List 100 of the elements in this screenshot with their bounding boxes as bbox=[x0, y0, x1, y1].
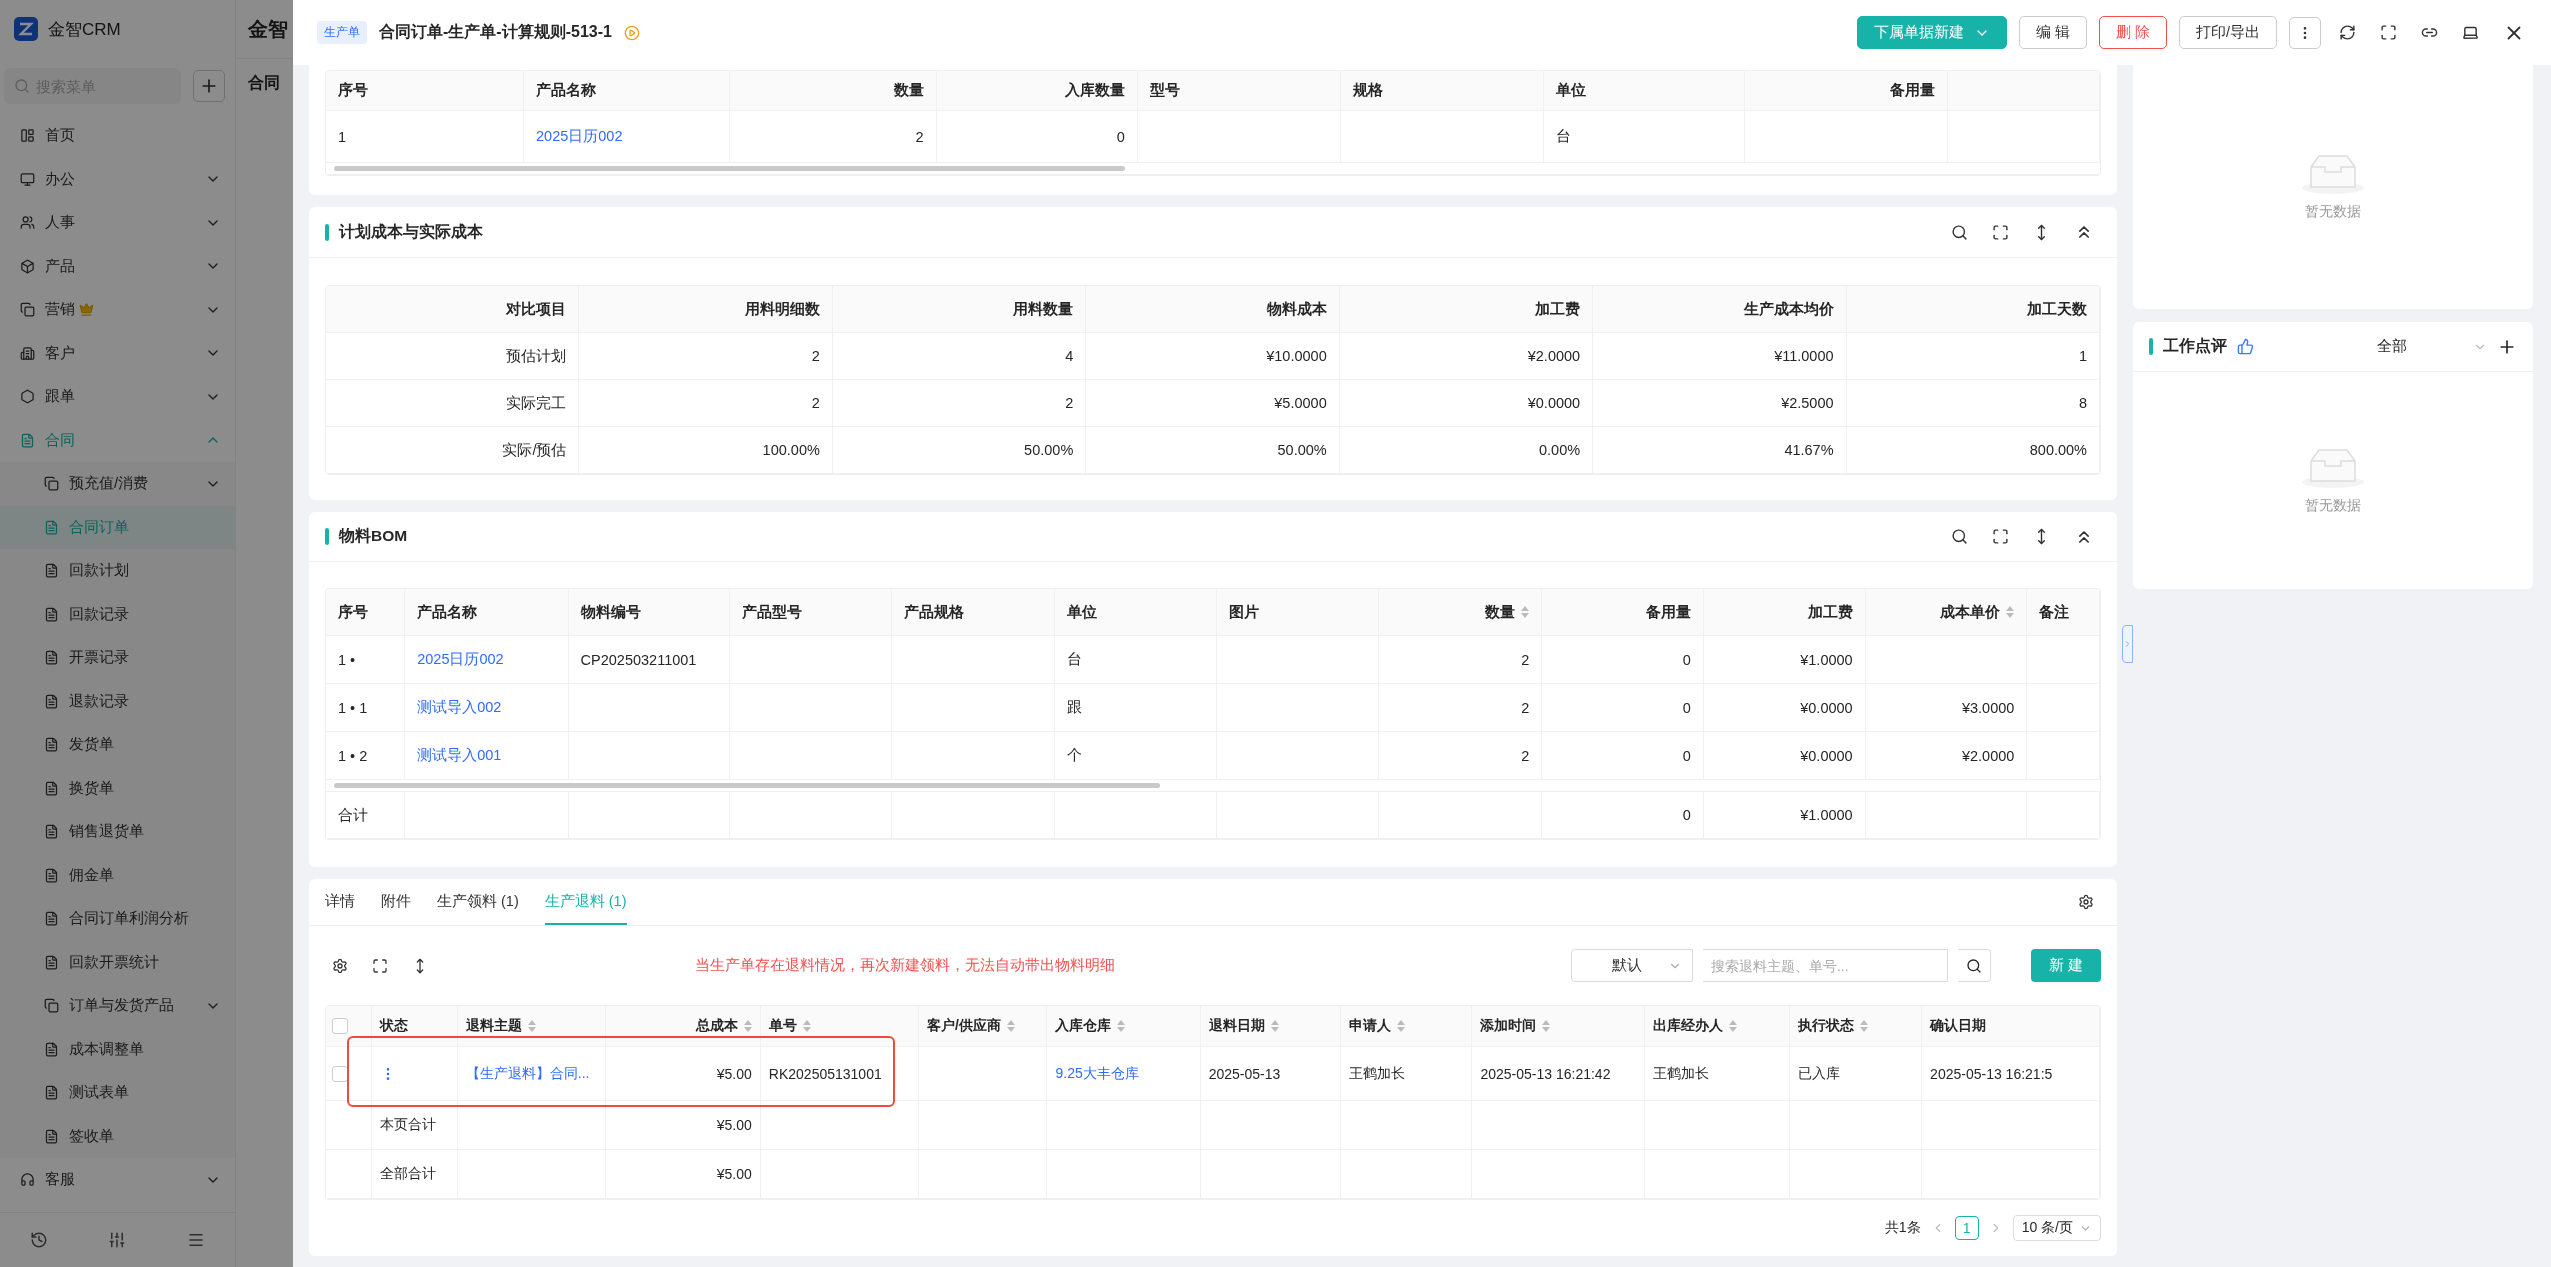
column-header[interactable]: 客户/供应商 bbox=[918, 1006, 1048, 1047]
checkbox[interactable] bbox=[332, 1065, 348, 1082]
tab[interactable]: 生产退料 (1) bbox=[544, 879, 627, 925]
column-header[interactable]: 成本单价 bbox=[1865, 589, 2028, 636]
empty-inbox-icon bbox=[2301, 153, 2365, 195]
document-icon bbox=[44, 780, 59, 796]
column-header[interactable]: 执行状态 bbox=[1790, 1006, 1923, 1047]
collapse-handle[interactable] bbox=[2122, 625, 2133, 663]
laptop-icon[interactable] bbox=[2462, 24, 2479, 41]
nav-item[interactable]: 办公 bbox=[0, 157, 235, 201]
column-header[interactable]: 总成本 bbox=[606, 1006, 761, 1047]
nav-item[interactable]: 产品 bbox=[0, 244, 235, 288]
search-icon[interactable] bbox=[1951, 528, 1968, 545]
nav-item[interactable]: 发货单 bbox=[0, 723, 235, 767]
table-cell: 台 bbox=[1055, 636, 1218, 684]
action-button[interactable]: 编 辑 bbox=[2018, 16, 2087, 49]
thumbs-up-icon[interactable] bbox=[2237, 338, 2254, 355]
history-icon[interactable] bbox=[30, 1231, 49, 1249]
column-header[interactable]: 入库仓库 bbox=[1047, 1006, 1201, 1047]
monitor-icon bbox=[20, 171, 35, 187]
nav-item[interactable]: 成本调整单 bbox=[0, 1027, 235, 1071]
fullscreen-icon[interactable] bbox=[2380, 24, 2397, 41]
column-header[interactable]: 退料日期 bbox=[1200, 1006, 1341, 1047]
settings-icon[interactable] bbox=[332, 957, 348, 974]
fullscreen-icon[interactable] bbox=[1992, 223, 2009, 241]
nav-item[interactable]: 客服 bbox=[0, 1158, 235, 1202]
nav-item[interactable]: 签收单 bbox=[0, 1114, 235, 1158]
table-cell: 2 bbox=[832, 380, 1087, 427]
checkbox[interactable] bbox=[332, 1018, 348, 1034]
table-cell: 0 bbox=[1542, 792, 1704, 839]
column-header: 确认日期 bbox=[1922, 1006, 2100, 1047]
add-button[interactable] bbox=[193, 70, 225, 102]
column-header: 序号 bbox=[326, 71, 524, 111]
nav-item[interactable]: 开票记录 bbox=[0, 636, 235, 680]
empty-text: 暂无数据 bbox=[2305, 203, 2361, 221]
headphones-icon bbox=[20, 1172, 35, 1188]
column-header[interactable]: 出库经办人 bbox=[1645, 1006, 1791, 1047]
nav-item[interactable]: 合同订单利润分析 bbox=[0, 897, 235, 941]
search-button[interactable] bbox=[1957, 949, 1991, 982]
empty-text: 暂无数据 bbox=[2305, 496, 2361, 515]
nav-item[interactable]: 人事 bbox=[0, 201, 235, 245]
page-size-select[interactable]: 10 条/页 bbox=[2012, 1215, 2101, 1241]
table-cell: ¥0.0000 bbox=[1703, 684, 1866, 732]
tab[interactable]: 附件 bbox=[381, 879, 411, 925]
fullscreen-icon[interactable] bbox=[1992, 528, 2009, 545]
table-cell: 2025-05-13 16:21:5 bbox=[1922, 1047, 2100, 1101]
search-icon bbox=[14, 78, 30, 94]
nav-item[interactable]: 销售退货单 bbox=[0, 810, 235, 854]
nav-item[interactable]: 回款计划 bbox=[0, 549, 235, 593]
column-header: 备注 bbox=[2027, 589, 2100, 636]
action-button[interactable]: 删 除 bbox=[2098, 16, 2167, 49]
menu-icon[interactable] bbox=[186, 1231, 205, 1249]
column-header: 加工费 bbox=[1339, 286, 1594, 333]
sliders-icon[interactable] bbox=[108, 1231, 127, 1249]
horizontal-scrollbar[interactable] bbox=[326, 163, 2100, 175]
action-button[interactable]: 打印/导出 bbox=[2178, 16, 2277, 49]
column-header: 加工天数 bbox=[1846, 286, 2100, 333]
nav-item[interactable]: 营销 bbox=[0, 288, 235, 332]
table-link[interactable]: 9.25大丰仓库 bbox=[1047, 1047, 1201, 1101]
column-header[interactable]: 添加时间 bbox=[1472, 1006, 1646, 1047]
column-header: 对比项目 bbox=[326, 286, 580, 333]
nav-item[interactable]: 预充值/消费 bbox=[0, 462, 235, 506]
search-icon[interactable] bbox=[1951, 223, 1968, 241]
nav-item[interactable]: 测试表单 bbox=[0, 1071, 235, 1115]
tab[interactable]: 生产领料 (1) bbox=[437, 879, 519, 925]
table-cell: 2 bbox=[1378, 636, 1543, 684]
table-cell: 跟 bbox=[1055, 684, 1218, 732]
nav-item[interactable]: 客户 bbox=[0, 331, 235, 375]
column-header[interactable]: 退料主题 bbox=[457, 1006, 606, 1047]
table-cell: ¥1.0000 bbox=[1703, 636, 1866, 684]
fullscreen-icon[interactable] bbox=[372, 957, 388, 974]
refresh-icon[interactable] bbox=[2339, 24, 2356, 41]
table-link[interactable]: 【生产退料】合同... bbox=[457, 1047, 606, 1101]
nav-item[interactable]: 首页 bbox=[0, 114, 235, 158]
filter-select[interactable]: 默认 bbox=[1570, 949, 1693, 982]
column-header[interactable]: 单号 bbox=[760, 1006, 919, 1047]
nav-item[interactable]: 回款记录 bbox=[0, 592, 235, 636]
table-link[interactable]: 测试导入001 bbox=[405, 732, 569, 780]
nav-item[interactable]: 订单与发货产品 bbox=[0, 984, 235, 1028]
search-field[interactable]: 搜索退料主题、单号... bbox=[1702, 949, 1948, 982]
table-cell: 合计 bbox=[326, 792, 406, 839]
nav-item[interactable]: 回款开票统计 bbox=[0, 940, 235, 984]
column-header: 序号 bbox=[326, 589, 406, 636]
nav-item[interactable]: 佣金单 bbox=[0, 853, 235, 897]
table-link[interactable]: 2025日历002 bbox=[405, 636, 569, 684]
tab[interactable]: 详情 bbox=[325, 879, 355, 925]
column-header[interactable]: 数量 bbox=[1378, 589, 1543, 636]
table-link[interactable]: 测试导入002 bbox=[405, 684, 569, 732]
nav-item[interactable]: 退款记录 bbox=[0, 679, 235, 723]
table-link[interactable]: 2025日历002 bbox=[524, 111, 731, 163]
nav-item[interactable]: 跟单 bbox=[0, 375, 235, 419]
table-cell: 0 bbox=[936, 111, 1138, 163]
copy-icon bbox=[44, 476, 59, 492]
column-header: 备用量 bbox=[1542, 589, 1704, 636]
nav-item[interactable]: 换货单 bbox=[0, 766, 235, 810]
table-cell: 1 bbox=[326, 111, 524, 163]
column-header[interactable]: 申请人 bbox=[1340, 1006, 1473, 1047]
total-count: 共1条 bbox=[1884, 1219, 1921, 1237]
settings-icon[interactable] bbox=[2078, 894, 2094, 910]
filter-select[interactable]: 全部 bbox=[2377, 337, 2487, 356]
